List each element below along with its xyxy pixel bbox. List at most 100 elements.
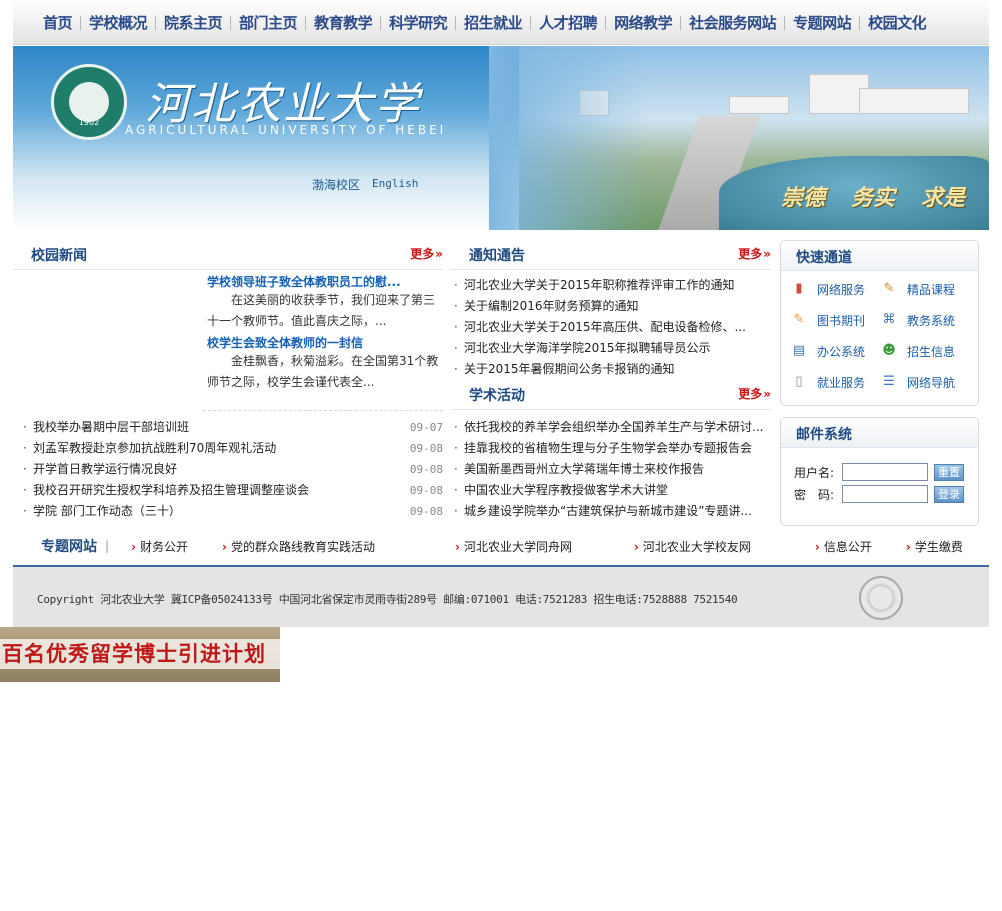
notice-link[interactable]: 河北农业大学海洋学院2015年拟聘辅导员公示 — [464, 338, 770, 359]
notebook-icon: ✎ — [793, 312, 805, 327]
list-item: · 关于编制2016年财务预算的通知 — [454, 296, 770, 317]
list-item: · 挂靠我校的省植物生理与分子生物学会举办专题报告会 — [454, 438, 770, 459]
login-button[interactable]: 登录 — [934, 485, 964, 503]
motto-word: 崇德 — [780, 185, 825, 211]
quick-link-label: 招生信息 — [907, 344, 956, 359]
news-photo[interactable] — [17, 273, 201, 411]
nav-special-sites[interactable]: 专题网站 — [787, 12, 857, 33]
academic-link[interactable]: 中国农业大学程序教授做客学术大讲堂 — [464, 480, 770, 501]
academic-link[interactable]: 挂靠我校的省植物生理与分子生物学会举办专题报告会 — [464, 438, 770, 459]
quick-link-label: 图书期刊 — [817, 313, 866, 328]
recruitment-ad-banner[interactable]: 百名优秀留学博士引进计划 — [0, 627, 280, 682]
quick-link-admissions[interactable]: ☻ 招生信息 — [881, 341, 971, 361]
nav-online-teaching[interactable]: 网络教学 — [608, 12, 678, 33]
english-link[interactable]: English — [372, 177, 418, 193]
special-link-tongzhou[interactable]: 河北农业大学同舟网 — [455, 538, 572, 555]
banner: 1902 河北农业大学 AGRICULTURAL UNIVERSITY OF H… — [13, 46, 989, 230]
list-icon: ☰ — [883, 374, 895, 389]
list-item: · 中国农业大学程序教授做客学术大讲堂 — [454, 480, 770, 501]
featured-news-title[interactable]: 校学生会致全体教师的一封信 — [207, 334, 443, 351]
university-name-en: AGRICULTURAL UNIVERSITY OF HEBEI — [125, 123, 447, 137]
nav-home[interactable]: 首页 — [37, 12, 78, 33]
quick-link-label: 教务系统 — [907, 313, 956, 328]
emblem-year: 1902 — [78, 118, 100, 127]
nav-departments[interactable]: 部门主页 — [233, 12, 303, 33]
notice-link[interactable]: 河北农业大学关于2015年职称推荐评审工作的通知 — [464, 275, 770, 296]
panel-header: 快速通道 — [781, 241, 978, 271]
username-label: 用户名: — [794, 465, 835, 480]
motto-word: 务实 — [850, 185, 895, 211]
nav-social-service[interactable]: 社会服务网站 — [683, 12, 782, 33]
nav-recruitment[interactable]: 人才招聘 — [533, 12, 603, 33]
quick-link-office[interactable]: ▤ 办公系统 — [791, 341, 881, 361]
notices-header: 通知通告 更多 — [451, 242, 771, 270]
quick-link-label: 网络导航 — [907, 375, 956, 390]
quick-link-network-service[interactable]: ▮ 网络服务 — [791, 279, 881, 299]
nav-about[interactable]: 学校概况 — [83, 12, 153, 33]
list-item: · 我校召开研究生授权学科培养及招生管理调整座谈会 09-08 — [23, 480, 443, 501]
reset-button[interactable]: 重置 — [934, 463, 964, 481]
ad-text: 百名优秀留学博士引进计划 — [0, 639, 280, 669]
academic-header: 学术活动 更多 — [451, 382, 771, 410]
special-link-info-disclosure[interactable]: 信息公开 — [815, 538, 872, 555]
news-link[interactable]: 我校举办暑期中层干部培训班 — [33, 417, 409, 438]
academic-link[interactable]: 美国新墨西哥州立大学蒋瑞年博士来校作报告 — [464, 459, 770, 480]
special-link-alumni[interactable]: 河北农业大学校友网 — [634, 538, 751, 555]
list-item: · 城乡建设学院举办“古建筑保护与新城市建设”专题讲... — [454, 501, 770, 522]
special-sites-title: 专题网站 — [41, 539, 97, 555]
campus-news-more-link[interactable]: 更多 — [410, 245, 443, 262]
quick-link-academic-affairs[interactable]: ⌘ 教务系统 — [881, 310, 971, 330]
featured-news-summary: 金桂飘香，秋菊溢彩。在全国第31个教师节之际，校学生会谨代表全... — [207, 354, 439, 389]
divider — [203, 410, 443, 411]
nav-campus-culture[interactable]: 校园文化 — [862, 12, 932, 33]
academic-title: 学术活动 — [469, 388, 525, 404]
notice-link[interactable]: 河北农业大学关于2015年高压供、配电设备检修、... — [464, 317, 770, 338]
notice-link[interactable]: 关于编制2016年财务预算的通知 — [464, 296, 770, 317]
news-date: 09-07 — [409, 421, 443, 434]
special-link-mass-line[interactable]: 党的群众路线教育实践活动 — [222, 538, 375, 555]
quick-link-navigation[interactable]: ☰ 网络导航 — [881, 372, 971, 392]
featured-news-title[interactable]: 学校领导班子致全体教职员工的慰... — [207, 273, 443, 290]
password-input[interactable] — [842, 485, 928, 503]
list-item: · 美国新墨西哥州立大学蒋瑞年博士来校作报告 — [454, 459, 770, 480]
list-item: · 河北农业大学关于2015年高压供、配电设备检修、... — [454, 317, 770, 338]
special-link-finance[interactable]: 财务公开 — [131, 538, 188, 555]
quick-link-library[interactable]: ✎ 图书期刊 — [791, 310, 881, 330]
nav-education[interactable]: 教育教学 — [308, 12, 378, 33]
campus-news-title: 校园新闻 — [31, 248, 87, 264]
nav-research[interactable]: 科学研究 — [383, 12, 453, 33]
quick-access-grid: ▮ 网络服务 ✎ 精品课程 ✎ 图书期刊 ⌘ 教务系统 ▤ 办公系统 ☻ 招生信息 ▯ 就业服… — [791, 279, 971, 392]
username-row: 用户名: 重置 — [794, 463, 964, 481]
list-item: · 刘孟军教授赴京参加抗战胜利70周年观礼活动 09-08 — [23, 438, 443, 459]
list-item: · 河北农业大学关于2015年职称推荐评审工作的通知 — [454, 275, 770, 296]
academic-link[interactable]: 依托我校的养羊学会组织举办全国养羊生产与学术研讨... — [464, 417, 770, 438]
university-emblem: 1902 — [51, 64, 127, 140]
quick-link-courses[interactable]: ✎ 精品课程 — [881, 279, 971, 299]
news-link[interactable]: 学院 部门工作动态（三十） — [33, 501, 409, 522]
academic-more-link[interactable]: 更多 — [738, 385, 771, 402]
news-link[interactable]: 刘孟军教授赴京参加抗战胜利70周年观礼活动 — [33, 438, 409, 459]
nav-admissions[interactable]: 招生就业 — [458, 12, 528, 33]
notices-more-link[interactable]: 更多 — [738, 245, 771, 262]
campus-news-list: · 我校举办暑期中层干部培训班 09-07 · 刘孟军教授赴京参加抗战胜利70周年观礼… — [23, 417, 443, 522]
notice-link[interactable]: 关于2015年暑假期间公务卡报销的通知 — [464, 359, 770, 380]
special-link-tuition[interactable]: 学生缴费 — [906, 538, 963, 555]
footer: Copyright 河北农业大学 冀ICP备05024133号 中国河北省保定市… — [13, 565, 989, 627]
window-icon: ▤ — [792, 343, 806, 358]
quick-link-label: 办公系统 — [817, 344, 866, 359]
news-link[interactable]: 开学首日教学运行情况良好 — [33, 459, 409, 480]
news-date: 09-08 — [409, 463, 443, 476]
news-date: 09-08 — [409, 484, 443, 497]
quick-link-employment[interactable]: ▯ 就业服务 — [791, 372, 881, 392]
password-label: 密 码: — [794, 487, 835, 502]
news-link[interactable]: 我校召开研究生授权学科培养及招生管理调整座谈会 — [33, 480, 409, 501]
academic-link[interactable]: 城乡建设学院举办“古建筑保护与新城市建设”专题讲... — [464, 501, 770, 522]
bohai-campus-link[interactable]: 渤海校区 — [312, 176, 360, 193]
nav-colleges[interactable]: 院系主页 — [158, 12, 228, 33]
news-date: 09-08 — [409, 505, 443, 518]
list-item: · 我校举办暑期中层干部培训班 09-07 — [23, 417, 443, 438]
edit-icon: ✎ — [883, 281, 895, 296]
list-item: · 学院 部门工作动态（三十） 09-08 — [23, 501, 443, 522]
username-input[interactable] — [842, 463, 928, 481]
news-date: 09-08 — [409, 442, 443, 455]
